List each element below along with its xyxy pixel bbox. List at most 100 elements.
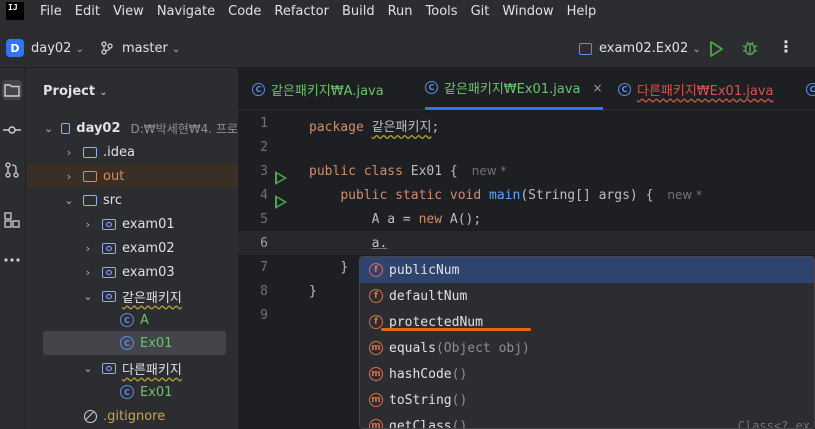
tree-label-class-ex01-other: Ex01	[140, 384, 173, 400]
tree-label-src: src	[103, 192, 122, 208]
tree-item-out[interactable]: › out	[26, 164, 238, 188]
menu-code[interactable]: Code	[228, 4, 261, 19]
tree-label-pkg-same: 같은패키지	[122, 290, 182, 306]
tree-label-day02: day02	[76, 120, 121, 136]
tree-item-gitignore[interactable]: .gitignore	[26, 404, 238, 428]
annotation-underline	[381, 328, 531, 331]
close-icon[interactable]: ×	[592, 81, 602, 95]
completion-item[interactable]: m equals (Object obj)	[360, 335, 814, 361]
chevron-down-icon[interactable]: ⌄	[82, 362, 94, 375]
chevron-down-icon[interactable]: ⌄	[63, 194, 75, 207]
method-icon: m	[369, 367, 383, 381]
tab-same-a-java[interactable]: C 같은패키지₩A.java	[252, 68, 384, 110]
menu-bar: IJ File Edit View Navigate Code Refactor…	[0, 0, 815, 22]
line-number: 4	[260, 188, 268, 203]
menu-view[interactable]: View	[113, 4, 144, 19]
tree-item-exam03[interactable]: › exam03	[26, 260, 238, 284]
project-panel-title[interactable]: Project ⌄	[43, 84, 107, 99]
menu-tools[interactable]: Tools	[426, 4, 458, 19]
tree-label-out: out	[103, 168, 125, 184]
tree-item-day02[interactable]: ⌄ day02 D:₩박세현₩4. 프로	[26, 116, 238, 140]
tree-item-exam01[interactable]: › exam01	[26, 212, 238, 236]
pull-request-icon	[5, 162, 19, 178]
tree-item-src[interactable]: ⌄ src	[26, 188, 238, 212]
chevron-down-icon[interactable]: ⌄	[44, 122, 53, 135]
line-number: 5	[260, 212, 268, 227]
code-editor[interactable]: C 같은패키지₩A.java C 같은패키지₩Ex01.java × C 다른패…	[238, 68, 815, 429]
project-tool-button[interactable]	[2, 80, 22, 100]
class-icon: C	[120, 313, 134, 327]
tab-label: 같은패키지₩A.java	[271, 83, 384, 99]
completion-item[interactable]: m getClass() Class<? ex	[360, 413, 814, 428]
tree-label-class-ex01: Ex01	[140, 335, 173, 351]
inlay-hint-new[interactable]: new *	[472, 164, 507, 178]
more-tools-button[interactable]	[2, 250, 22, 270]
completion-item[interactable]: f publicNum	[360, 257, 814, 283]
runnable-class-icon: C	[618, 82, 631, 96]
tree-item-class-ex01-other[interactable]: C Ex01	[26, 380, 238, 404]
debug-button[interactable]	[741, 39, 759, 57]
chevron-down-icon: ⌄	[99, 87, 108, 98]
chevron-down-icon: ⌄	[75, 44, 84, 55]
branch-name: master	[122, 41, 168, 56]
menu-git[interactable]: Git	[471, 4, 490, 19]
method-icon: m	[369, 393, 383, 407]
commit-tool-button[interactable]	[2, 120, 22, 140]
tree-label-exam02: exam02	[122, 240, 175, 256]
run-config-selector[interactable]: exam02.Ex02 ⌄	[599, 41, 701, 56]
tab-overflow[interactable]: C	[806, 68, 815, 110]
line-number: 6	[260, 236, 268, 251]
project-name: day02	[31, 41, 72, 56]
tree-item-pkg-same[interactable]: ⌄ 같은패키지	[26, 284, 238, 308]
tree-label-exam03: exam03	[122, 264, 175, 280]
menu-navigate[interactable]: Navigate	[157, 4, 215, 19]
chevron-right-icon[interactable]: ›	[63, 146, 75, 159]
project-badge[interactable]: D	[6, 39, 24, 57]
package-icon	[102, 218, 116, 230]
chevron-right-icon[interactable]: ›	[82, 218, 94, 231]
tab-other-ex01-java[interactable]: C 다른패키지₩Ex01.java	[618, 68, 773, 110]
tree-item-idea[interactable]: › .idea	[26, 140, 238, 164]
excluded-folder-icon	[83, 170, 97, 182]
inlay-hint-new[interactable]: new *	[667, 188, 702, 202]
runnable-class-icon: C	[120, 385, 134, 399]
tree-label-gitignore: .gitignore	[103, 408, 166, 424]
completion-item[interactable]: m toString()	[360, 387, 814, 413]
chevron-down-icon[interactable]: ⌄	[82, 290, 94, 303]
module-folder-icon	[61, 122, 71, 134]
menu-build[interactable]: Build	[342, 4, 375, 19]
tab-same-ex01-java[interactable]: C 같은패키지₩Ex01.java ×	[425, 68, 603, 110]
chevron-right-icon[interactable]: ›	[63, 170, 75, 183]
menu-edit[interactable]: Edit	[75, 4, 100, 19]
project-selector[interactable]: day02 ⌄	[31, 41, 84, 56]
tree-item-pkg-other[interactable]: ⌄ 다른패키지	[26, 356, 238, 380]
editor-tab-bar: C 같은패키지₩A.java C 같은패키지₩Ex01.java × C 다른패…	[238, 68, 815, 110]
menu-run[interactable]: Run	[388, 4, 413, 19]
line-number: 9	[260, 308, 268, 323]
menu-file[interactable]: File	[40, 4, 62, 19]
tree-item-exam02[interactable]: › exam02	[26, 236, 238, 260]
git-branch-icon	[101, 41, 113, 55]
completion-item[interactable]: f defaultNum	[360, 283, 814, 309]
menu-refactor[interactable]: Refactor	[274, 4, 329, 19]
completion-item[interactable]: m hashCode()	[360, 361, 814, 387]
tree-item-class-a[interactable]: C A	[26, 308, 238, 332]
chevron-right-icon[interactable]: ›	[82, 266, 94, 279]
structure-tool-button[interactable]	[2, 210, 22, 230]
tree-item-class-ex01[interactable]: C Ex01	[43, 331, 226, 355]
pull-requests-tool-button[interactable]	[2, 160, 22, 180]
main-toolbar: D day02 ⌄ master ⌄ exam02.Ex02 ⌄ ⋮	[0, 22, 815, 68]
ignore-file-icon	[84, 409, 97, 423]
package-icon	[102, 362, 116, 374]
menu-help[interactable]: Help	[567, 4, 597, 19]
panel-title-label: Project	[43, 84, 96, 99]
run-main-gutter-icon[interactable]	[275, 195, 287, 209]
run-button[interactable]	[707, 40, 725, 58]
menu-window[interactable]: Window	[502, 4, 553, 19]
branch-selector[interactable]: master ⌄	[122, 41, 180, 56]
completion-item[interactable]: f protectedNum	[360, 309, 814, 335]
chevron-right-icon[interactable]: ›	[82, 242, 94, 255]
runnable-class-icon: C	[425, 81, 438, 94]
run-class-gutter-icon[interactable]	[275, 171, 287, 185]
more-actions-icon[interactable]: ⋮	[778, 38, 794, 56]
